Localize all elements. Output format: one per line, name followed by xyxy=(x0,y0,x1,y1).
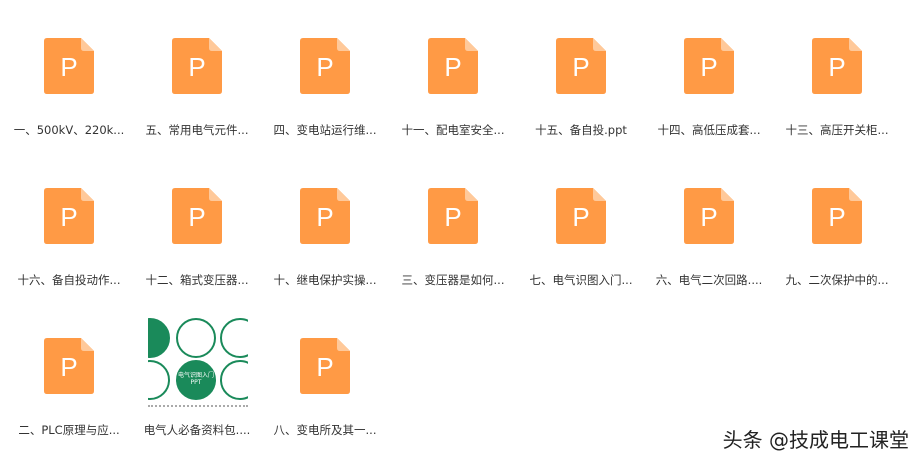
file-item[interactable]: P 二、PLC原理与应... xyxy=(5,300,133,450)
ppt-file-icon: P xyxy=(684,38,734,94)
watermark: 头条 @技成电工课堂 xyxy=(722,428,909,452)
file-item[interactable]: P 六、电气二次回路.... xyxy=(645,150,773,300)
file-name: 七、电气识图入门... xyxy=(529,273,633,287)
file-grid: P 一、500kV、220k... P 五、常用电气元件... P 四、变电站运… xyxy=(5,0,905,450)
file-item[interactable]: P 十三、高压开关柜... xyxy=(773,0,901,150)
svg-text:P: P xyxy=(444,202,461,232)
svg-text:P: P xyxy=(828,202,845,232)
thumbnail-circle: 电气识图入门PPT xyxy=(176,360,216,400)
thumbnail-circle xyxy=(148,318,170,358)
file-item[interactable]: 电气识图入门PPT 电气人必备资料包.... xyxy=(133,300,261,450)
ppt-file-icon: P xyxy=(684,188,734,244)
file-item[interactable]: P 八、变电所及其一... xyxy=(261,300,389,450)
file-item[interactable]: P 十五、备自投.ppt xyxy=(517,0,645,150)
file-name: 四、变电站运行维... xyxy=(273,123,377,137)
svg-text:P: P xyxy=(700,202,717,232)
file-name: 三、变压器是如何... xyxy=(401,273,505,287)
ppt-file-icon: P xyxy=(300,38,350,94)
file-item[interactable]: P 三、变压器是如何... xyxy=(389,150,517,300)
ppt-file-icon: P xyxy=(812,38,862,94)
file-name: 十五、备自投.ppt xyxy=(535,123,627,137)
svg-text:P: P xyxy=(700,52,717,82)
file-item[interactable]: P 九、二次保护中的... xyxy=(773,150,901,300)
file-item[interactable]: P 七、电气识图入门... xyxy=(517,150,645,300)
file-item[interactable]: P 十、继电保护实操... xyxy=(261,150,389,300)
ppt-file-icon: P xyxy=(44,338,94,394)
thumbnail-border xyxy=(148,405,248,410)
svg-text:P: P xyxy=(444,52,461,82)
ppt-file-icon: P xyxy=(812,188,862,244)
svg-text:P: P xyxy=(316,52,333,82)
ppt-file-icon: P xyxy=(300,188,350,244)
svg-text:P: P xyxy=(828,52,845,82)
file-item[interactable]: P 一、500kV、220k... xyxy=(5,0,133,150)
ppt-file-icon: P xyxy=(556,188,606,244)
svg-text:P: P xyxy=(188,52,205,82)
file-name: 八、变电所及其一... xyxy=(273,423,377,437)
svg-text:P: P xyxy=(60,52,77,82)
ppt-file-icon: P xyxy=(172,188,222,244)
svg-text:P: P xyxy=(316,202,333,232)
file-name: 九、二次保护中的... xyxy=(785,273,889,287)
ppt-file-icon: P xyxy=(44,188,94,244)
svg-text:P: P xyxy=(188,202,205,232)
file-name: 电气人必备资料包.... xyxy=(143,423,251,437)
ppt-file-icon: P xyxy=(172,38,222,94)
file-name: 十、继电保护实操... xyxy=(273,273,377,287)
svg-text:P: P xyxy=(60,352,77,382)
file-name: 十二、箱式变压器... xyxy=(145,273,249,287)
image-thumbnail: 电气识图入门PPT xyxy=(148,316,248,412)
svg-text:P: P xyxy=(316,352,333,382)
file-item[interactable]: P 四、变电站运行维... xyxy=(261,0,389,150)
thumbnail-circle xyxy=(220,318,248,358)
file-name: 一、500kV、220k... xyxy=(13,123,125,137)
ppt-file-icon: P xyxy=(300,338,350,394)
file-name: 六、电气二次回路.... xyxy=(655,273,763,287)
file-item[interactable]: P 十二、箱式变压器... xyxy=(133,150,261,300)
file-name: 十六、备自投动作... xyxy=(17,273,121,287)
file-item[interactable]: P 十四、高低压成套... xyxy=(645,0,773,150)
file-name: 五、常用电气元件... xyxy=(145,123,249,137)
file-item[interactable]: P 十六、备自投动作... xyxy=(5,150,133,300)
file-name: 十三、高压开关柜... xyxy=(785,123,889,137)
file-name: 十四、高低压成套... xyxy=(657,123,761,137)
svg-text:P: P xyxy=(572,52,589,82)
ppt-file-icon: P xyxy=(556,38,606,94)
svg-text:P: P xyxy=(60,202,77,232)
file-name: 十一、配电室安全... xyxy=(401,123,505,137)
file-item[interactable]: P 十一、配电室安全... xyxy=(389,0,517,150)
file-item[interactable]: P 五、常用电气元件... xyxy=(133,0,261,150)
ppt-file-icon: P xyxy=(44,38,94,94)
ppt-file-icon: P xyxy=(428,38,478,94)
ppt-file-icon: P xyxy=(428,188,478,244)
thumbnail-circle xyxy=(220,360,248,400)
file-name: 二、PLC原理与应... xyxy=(18,423,120,437)
svg-text:P: P xyxy=(572,202,589,232)
thumbnail-circle xyxy=(148,360,170,400)
thumbnail-circle xyxy=(176,318,216,358)
